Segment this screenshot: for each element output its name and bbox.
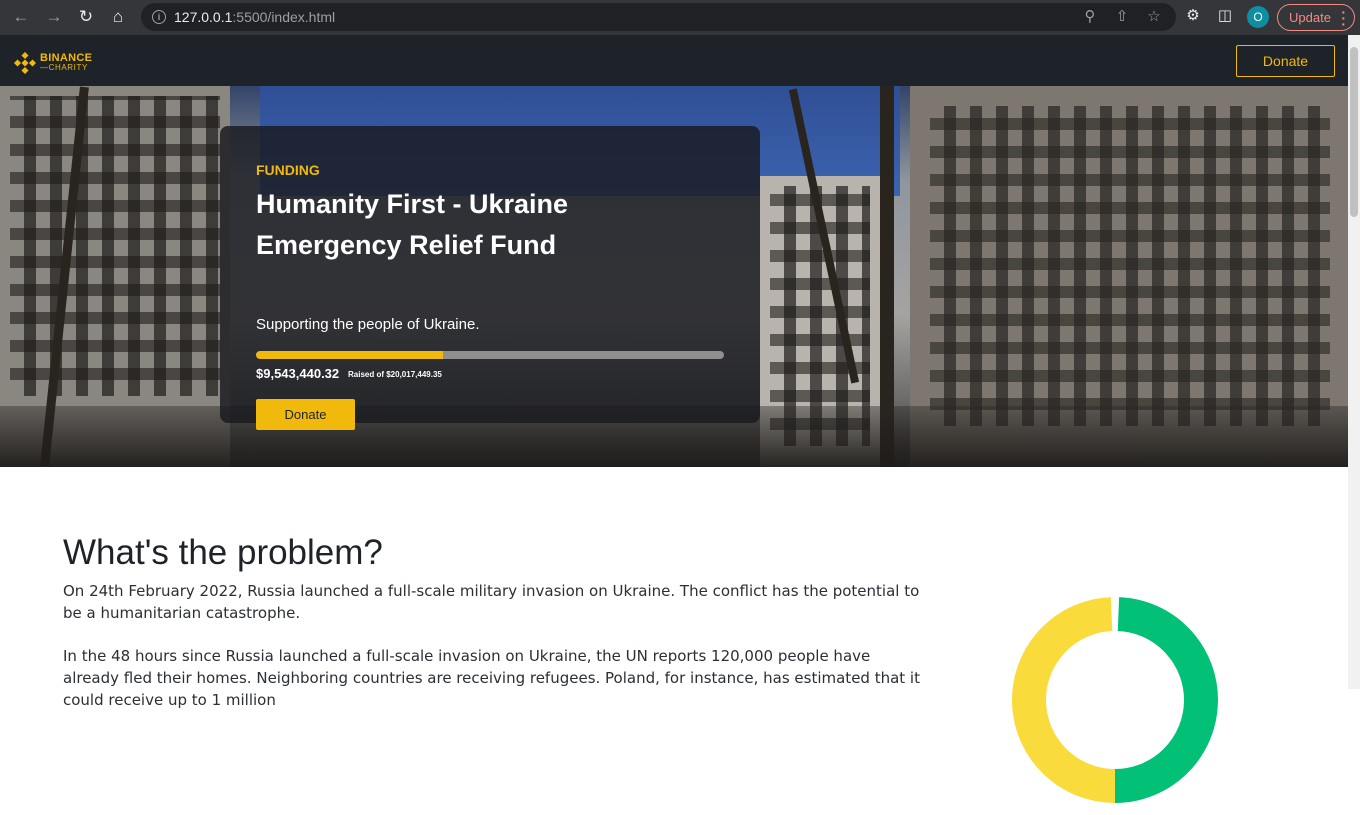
extensions-icon[interactable]: ⚙ (1182, 6, 1204, 24)
page-scrollbar[interactable] (1348, 35, 1360, 689)
scrollbar-thumb[interactable] (1350, 47, 1358, 217)
donut-slice-yellow (1012, 597, 1116, 803)
home-icon[interactable]: ⌂ (106, 5, 130, 29)
zoom-icon[interactable]: ⚲ (1080, 7, 1100, 25)
profile-avatar[interactable]: O (1247, 6, 1269, 28)
donut-slice-green (1114, 597, 1218, 803)
site-header: BINANCE —CHARITY Donate (0, 35, 1348, 86)
section-title: What's the problem? (63, 533, 383, 572)
reload-icon[interactable]: ↻ (74, 5, 98, 29)
problem-paragraph-2: In the 48 hours since Russia launched a … (63, 647, 920, 709)
fundraiser-subtitle: Supporting the people of Ukraine. (256, 316, 480, 333)
header-donate-button[interactable]: Donate (1236, 45, 1335, 77)
fundraiser-title: Humanity First - Ukraine Emergency Relie… (256, 189, 569, 260)
problem-paragraph-1: On 24th February 2022, Russia launched a… (63, 582, 920, 622)
funding-label: FUNDING (256, 162, 320, 178)
address-bar[interactable]: i 127.0.0.1:5500/index.html ⚲ ⇧ ☆ (141, 3, 1176, 31)
bookmark-star-icon[interactable]: ☆ (1144, 7, 1164, 25)
url-text[interactable]: 127.0.0.1:5500/index.html (174, 9, 335, 25)
donut-chart (1012, 597, 1218, 803)
browser-toolbar: ← → ↻ ⌂ i 127.0.0.1:5500/index.html ⚲ ⇧ … (0, 0, 1360, 35)
share-icon[interactable]: ⇧ (1112, 7, 1132, 25)
binance-charity-logo[interactable]: BINANCE —CHARITY (14, 52, 92, 74)
hero-banner: FUNDING Humanity First - Ukraine Emergen… (0, 86, 1348, 467)
raised-goal: Raised of $20,017,449.35 (348, 370, 442, 379)
side-panel-icon[interactable]: ◫ (1214, 6, 1236, 24)
binance-logo-icon (14, 52, 36, 74)
update-label: Update (1289, 10, 1331, 25)
logo-line2: —CHARITY (40, 63, 88, 72)
funding-progress-fill (256, 351, 444, 359)
logo-line1: BINANCE (40, 52, 93, 64)
raised-amount: $9,543,440.32 (256, 366, 340, 381)
hero-donate-button[interactable]: Donate (256, 399, 355, 430)
update-button[interactable]: Update · · · (1277, 4, 1355, 31)
site-info-icon[interactable]: i (152, 10, 166, 24)
fundraiser-card: FUNDING Humanity First - Ukraine Emergen… (220, 126, 760, 430)
funding-progress-bar (256, 351, 724, 359)
menu-icon[interactable]: · · · (1341, 5, 1346, 31)
back-icon[interactable]: ← (9, 5, 33, 29)
forward-icon[interactable]: → (42, 5, 66, 29)
